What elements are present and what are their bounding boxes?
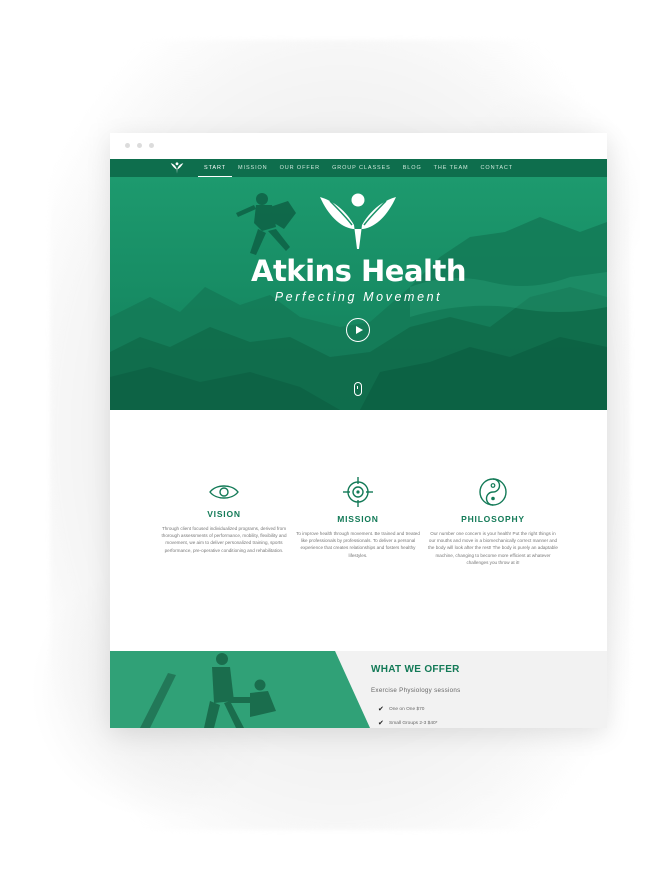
nav-menu: START MISSION OUR OFFER GROUP CLASSES BL… xyxy=(198,159,519,177)
offer-photo xyxy=(110,651,370,728)
feature-title: VISION xyxy=(207,509,241,519)
mouse-scroll-icon[interactable] xyxy=(354,382,362,396)
yin-yang-icon xyxy=(479,478,507,506)
feature-mission: MISSION To improve health through moveme… xyxy=(293,477,423,559)
check-icon: ✔ xyxy=(378,720,384,727)
eye-icon xyxy=(209,485,239,499)
window-dot-minimize xyxy=(137,143,142,148)
nav-item-blog[interactable]: BLOG xyxy=(397,159,428,177)
play-triangle xyxy=(355,325,363,334)
feature-title: MISSION xyxy=(337,514,379,524)
offer-heading: WHAT WE OFFER xyxy=(371,664,460,675)
feature-text: To improve health through movement. Be t… xyxy=(296,531,420,558)
offer-item-label: Small Groups 2-3 $40* xyxy=(389,720,438,726)
feature-philosophy: PHILOSOPHY Our number one concern is you… xyxy=(428,478,558,566)
play-icon[interactable] xyxy=(346,318,370,342)
list-item: ✔ Small Groups 2-3 $40* xyxy=(378,719,438,727)
hero-logo-icon xyxy=(320,193,396,249)
hero-section: Atkins Health Perfecting Movement xyxy=(110,177,607,410)
nav-item-the-team[interactable]: THE TEAM xyxy=(428,159,475,177)
nav-item-contact[interactable]: CONTACT xyxy=(475,159,519,177)
mouse-wheel xyxy=(357,385,359,389)
offer-list: ✔ One on One $70 ✔ Small Groups 2-3 $40* xyxy=(378,705,438,728)
feature-vision: VISION Through client focused individual… xyxy=(159,481,289,554)
offer-section: WHAT WE OFFER Exercise Physiology sessio… xyxy=(110,651,607,728)
nav-item-mission[interactable]: MISSION xyxy=(232,159,274,177)
list-item: ✔ One on One $70 xyxy=(378,705,438,713)
nav-item-our-offer[interactable]: OUR OFFER xyxy=(274,159,327,177)
browser-mockup: START MISSION OUR OFFER GROUP CLASSES BL… xyxy=(110,133,607,728)
hero-subtitle: Perfecting Movement xyxy=(274,290,443,304)
feature-title: PHILOSOPHY xyxy=(461,514,525,524)
offer-item-label: One on One $70 xyxy=(389,706,425,712)
top-navbar: START MISSION OUR OFFER GROUP CLASSES BL… xyxy=(110,159,607,177)
offer-subheading: Exercise Physiology sessions xyxy=(371,687,461,694)
window-dot-close xyxy=(125,143,130,148)
feature-text: Through client focused individualized pr… xyxy=(161,526,287,553)
check-icon: ✔ xyxy=(378,706,384,713)
features-section: VISION Through client focused individual… xyxy=(110,410,607,650)
nav-item-start[interactable]: START xyxy=(198,159,233,177)
atkins-logo-icon[interactable] xyxy=(170,161,184,175)
browser-chrome xyxy=(110,133,607,159)
nav-item-group-classes[interactable]: GROUP CLASSES xyxy=(326,159,397,177)
target-icon xyxy=(343,477,373,507)
window-dot-maximize xyxy=(149,143,154,148)
hero-title: Atkins Health xyxy=(251,254,467,288)
feature-text: Our number one concern is your health! P… xyxy=(428,531,558,565)
